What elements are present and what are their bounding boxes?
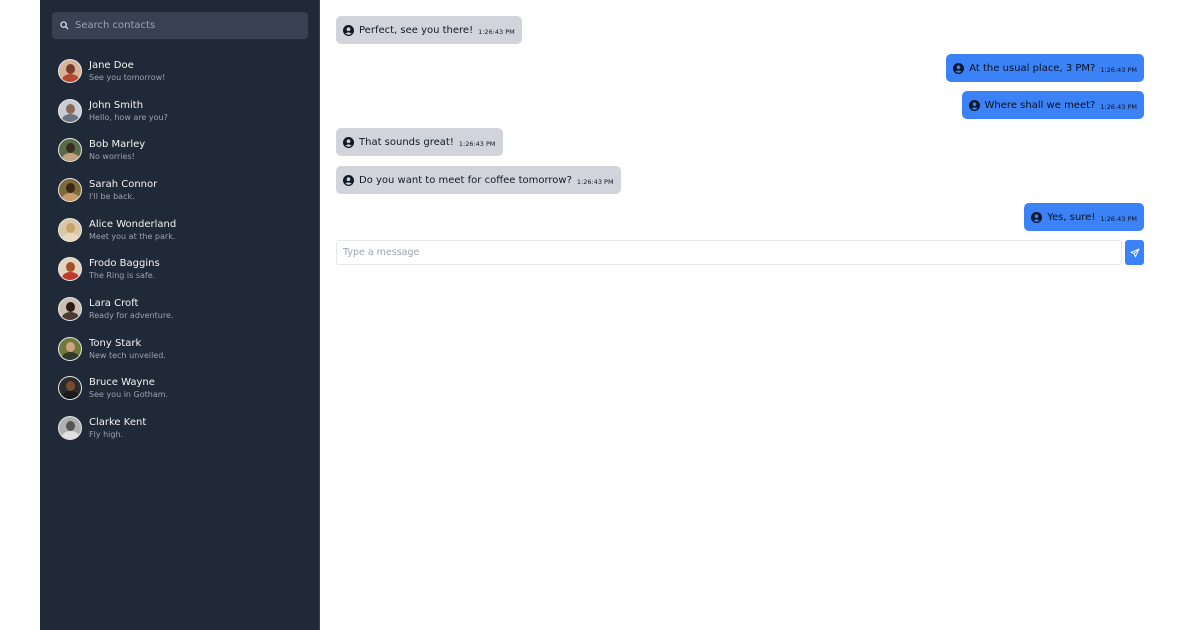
contact-last-message: The Ring is safe. (89, 270, 156, 280)
message-input[interactable] (343, 247, 1113, 258)
contact-item[interactable]: Alice Wonderland Meet you at the park. (58, 212, 308, 248)
message-time: 1:26:43 PM (1100, 66, 1137, 74)
message-time: 1:26:43 PM (1100, 103, 1137, 111)
user-circle-icon (968, 99, 980, 111)
avatar (58, 297, 82, 321)
contact-last-message: See you in Gotham. (89, 389, 169, 399)
message-bubble-outgoing: At the usual place, 3 PM? 1:26:43 PM (946, 54, 1144, 82)
user-circle-icon (953, 62, 965, 74)
message-text: At the usual place, 3 PM? (969, 62, 1096, 74)
avatar (58, 257, 82, 281)
contact-last-message: New tech unveiled. (89, 350, 166, 360)
message-bubble-incoming: Do you want to meet for coffee tomorrow?… (336, 166, 621, 194)
contact-item[interactable]: Frodo Baggins The Ring is safe. (58, 251, 308, 287)
contact-last-message: No worries! (89, 151, 135, 161)
message-time: 1:26:43 PM (1100, 215, 1137, 223)
contact-item[interactable]: Sarah Connor I'll be back. (58, 172, 308, 208)
contact-item[interactable]: Bob Marley No worries! (58, 132, 308, 168)
contact-name: Tony Stark (89, 337, 142, 349)
avatar (58, 376, 82, 400)
contact-name: Alice Wonderland (89, 218, 177, 230)
user-circle-icon (343, 136, 354, 148)
contact-name: John Smith (89, 99, 144, 111)
message-bubble-outgoing: Yes, sure! 1:26:43 PM (1024, 203, 1144, 231)
search-box[interactable] (52, 12, 308, 39)
message-bubble-outgoing: Where shall we meet? 1:26:43 PM (961, 91, 1144, 119)
user-circle-icon (1031, 211, 1043, 223)
search-icon (60, 21, 69, 30)
contact-last-message: Meet you at the park. (89, 231, 176, 241)
send-button[interactable] (1125, 240, 1144, 265)
contact-item[interactable]: Lara Croft Ready for adventure. (58, 291, 308, 327)
contact-last-message: Ready for adventure. (89, 310, 174, 320)
message-bubble-incoming: Perfect, see you there! 1:26:43 PM (336, 16, 522, 44)
message-text: Do you want to meet for coffee tomorrow? (359, 174, 572, 186)
message-composer[interactable] (336, 240, 1122, 265)
contact-item[interactable]: John Smith Hello, how are you? (58, 93, 308, 129)
contact-name: Frodo Baggins (89, 257, 160, 269)
contact-name: Sarah Connor (89, 178, 158, 190)
user-circle-icon (343, 24, 354, 36)
contact-item[interactable]: Bruce Wayne See you in Gotham. (58, 370, 308, 406)
contact-item[interactable]: Clarke Kent Fly high. (58, 410, 308, 446)
contact-name: Bruce Wayne (89, 376, 155, 388)
message-text: Yes, sure! (1047, 211, 1096, 223)
message-text: Perfect, see you there! (359, 24, 474, 36)
contact-name: Bob Marley (89, 138, 146, 150)
avatar (58, 337, 82, 361)
contact-item[interactable]: Tony Stark New tech unveiled. (58, 331, 308, 367)
avatar (58, 59, 82, 83)
contact-name: Clarke Kent (89, 416, 147, 428)
message-bubble-incoming: That sounds great! 1:26:43 PM (336, 128, 503, 156)
user-circle-icon (343, 174, 354, 186)
avatar (58, 138, 82, 162)
message-text: Where shall we meet? (984, 99, 1096, 111)
message-time: 1:26:43 PM (458, 140, 496, 148)
avatar (58, 416, 82, 440)
search-input[interactable] (75, 20, 295, 31)
message-text: That sounds great! (359, 136, 454, 148)
contact-name: Lara Croft (89, 297, 139, 309)
message-time: 1:26:43 PM (478, 28, 515, 36)
message-time: 1:26:43 PM (576, 178, 614, 186)
contact-last-message: Hello, how are you? (89, 112, 168, 122)
send-icon (1130, 248, 1139, 257)
avatar (58, 178, 82, 202)
contact-item[interactable]: Jane Doe See you tomorrow! (58, 53, 308, 89)
contact-last-message: See you tomorrow! (89, 72, 166, 82)
contact-last-message: Fly high. (89, 429, 124, 439)
avatar (58, 99, 82, 123)
contact-name: Jane Doe (89, 59, 134, 71)
contacts-sidebar: Jane DoeSee you tomorrow! John SmithHell… (40, 0, 320, 630)
avatar (58, 218, 82, 242)
contact-last-message: I'll be back. (89, 191, 135, 201)
